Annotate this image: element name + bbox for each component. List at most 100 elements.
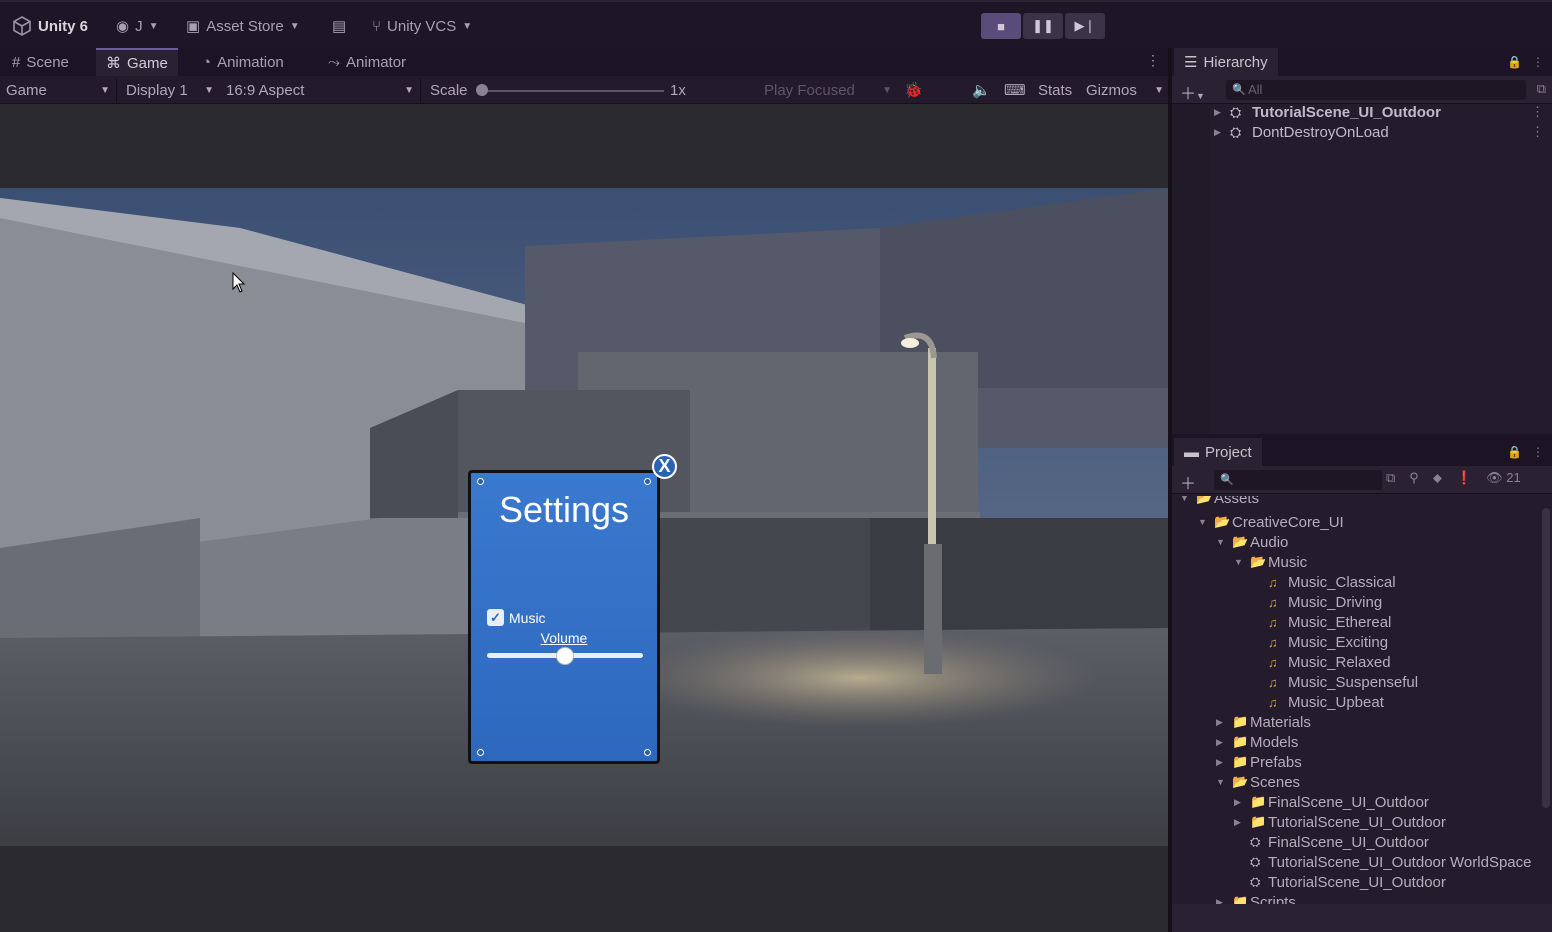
hierarchy-item[interactable]: ▶ ⛭ TutorialScene_UI_Outdoor ⋮ (1172, 102, 1552, 122)
chevron-down-icon: ▼ (1154, 84, 1164, 96)
project-tree-item[interactable]: ♫ Music_Classical (1172, 572, 1536, 592)
asset-store-button[interactable]: ▣ Asset Store ▼ (186, 14, 300, 38)
hidden-packages-icon[interactable]: 👁 21 (1486, 470, 1521, 486)
tab-animation[interactable]: ◔ Animation (192, 48, 294, 76)
volume-slider-handle[interactable] (556, 647, 574, 665)
project-tree-item[interactable]: ▼ 📂 Audio (1172, 532, 1536, 552)
label-icon[interactable]: ⬥ (1433, 470, 1442, 486)
project-tree-item[interactable]: ▼ 📂 Music (1172, 552, 1536, 572)
scale-slider-handle[interactable] (476, 84, 488, 96)
stop-button[interactable]: ■ (981, 13, 1021, 39)
play-focused-dropdown[interactable]: Play Focused ▼ (764, 80, 892, 100)
gizmos-dropdown[interactable]: Gizmos ▼ (1086, 80, 1164, 100)
project-tree-item[interactable]: ♫ Music_Exciting (1172, 632, 1536, 652)
expand-arrow-icon[interactable]: ▶ (1216, 717, 1223, 728)
tab-scene[interactable]: # Scene (2, 48, 79, 76)
project-tree-item[interactable]: ♫ Music_Upbeat (1172, 692, 1536, 712)
project-tree-item[interactable]: ▶ 📁 FinalScene_UI_Outdoor (1172, 792, 1536, 812)
step-icon: ▶❘ (1074, 18, 1096, 33)
folder-open-icon: 📂 (1232, 774, 1249, 789)
folder-icon: 📁 (1232, 714, 1249, 729)
project-tree-item[interactable]: ▼ 📂 CreativeCore_UI (1172, 512, 1536, 532)
audio-clip-icon: ♫ (1268, 614, 1278, 630)
collapse-arrow-icon[interactable]: ▼ (1216, 537, 1225, 547)
expand-arrow-icon[interactable]: ▶ (1214, 127, 1221, 138)
project-tree-item[interactable]: ▶ 📁 Models (1172, 732, 1536, 752)
hierarchy-search-input[interactable]: 🔍 All (1226, 80, 1526, 100)
step-button[interactable]: ▶❘ (1065, 13, 1105, 39)
tab-project[interactable]: ▬ Project (1174, 438, 1262, 466)
more-options-icon[interactable]: ⋮ (1532, 55, 1544, 69)
stats-button[interactable]: Stats (1038, 80, 1072, 100)
project-tree-item-label: TutorialScene_UI_Outdoor (1268, 813, 1446, 831)
project-tree-item[interactable]: ♫ Music_Suspenseful (1172, 672, 1536, 692)
audio-icon[interactable]: 🔈 (972, 80, 991, 100)
volume-label: Volume (540, 630, 588, 646)
expand-arrow-icon[interactable]: ▶ (1234, 817, 1241, 828)
project-tree-item-label: TutorialScene_UI_Outdoor (1268, 873, 1446, 891)
tab-game[interactable]: ⌘ Game (96, 48, 178, 76)
audio-clip-icon: ♫ (1268, 574, 1278, 590)
folder-icon: 📁 (1250, 814, 1267, 829)
project-tree-item[interactable]: ⛭ TutorialScene_UI_Outdoor (1172, 872, 1536, 892)
display-dropdown[interactable]: Display 1 ▼ (126, 80, 214, 100)
more-options-icon[interactable]: ⋮ (1531, 104, 1544, 120)
search-scope-icon[interactable]: ⧉ (1386, 470, 1395, 486)
project-tree-item[interactable]: ♫ Music_Ethereal (1172, 612, 1536, 632)
project-panel: ▬ Project 🔒 ⋮ ＋ 🔍 ⧉ ⚲ ⬥ ❗ 👁 21 ▼ 📂 Assets ▼… (1172, 438, 1552, 932)
hierarchy-item[interactable]: ▶ ⛭ DontDestroyOnLoad ⋮ (1172, 122, 1552, 142)
project-tree-item[interactable]: ⛭ TutorialScene_UI_Outdoor WorldSpace (1172, 852, 1536, 872)
project-tree-item[interactable]: ▶ 📁 TutorialScene_UI_Outdoor (1172, 812, 1536, 832)
project-tree-item[interactable]: ♫ Music_Driving (1172, 592, 1536, 612)
checkbox-checked-icon[interactable]: ✓ (487, 609, 504, 626)
game-view-dropdown[interactable]: Game ▼ (6, 80, 110, 100)
more-options-icon[interactable]: ⋮ (1146, 52, 1160, 69)
plus-icon: ＋ (1180, 86, 1197, 103)
project-tree-item[interactable]: ⛭ FinalScene_UI_Outdoor (1172, 832, 1536, 852)
collapse-arrow-icon[interactable]: ▼ (1198, 517, 1207, 527)
tab-hierarchy[interactable]: ☰ Hierarchy (1174, 48, 1278, 76)
corner-handle (644, 478, 651, 485)
aspect-dropdown[interactable]: 16:9 Aspect ▼ (226, 80, 414, 100)
project-footer (1172, 904, 1552, 932)
expand-arrow-icon[interactable]: ▶ (1216, 737, 1223, 748)
collapse-arrow-icon[interactable]: ▼ (1234, 557, 1243, 567)
close-settings-button[interactable]: X (652, 454, 677, 479)
project-search-input[interactable]: 🔍 (1214, 470, 1382, 490)
unity-logo[interactable]: Unity 6 (12, 14, 88, 38)
filter-type-icon[interactable]: ⚲ (1409, 470, 1419, 486)
expand-arrow-icon[interactable]: ▶ (1214, 107, 1221, 118)
scale-slider-track[interactable] (478, 90, 664, 92)
more-options-icon[interactable]: ⋮ (1532, 445, 1544, 459)
project-tree-item-label: Models (1250, 733, 1299, 751)
account-icon: ◉ (116, 18, 130, 35)
music-toggle[interactable]: ✓ Music (487, 609, 546, 626)
chevron-down-icon: ▼ (289, 20, 300, 32)
chevron-down-icon: ▼ (204, 84, 214, 96)
project-toolbar: ＋ 🔍 ⧉ ⚲ ⬥ ❗ 👁 21 (1172, 466, 1552, 494)
search-options-icon[interactable]: ⧉ (1537, 81, 1546, 97)
collapse-arrow-icon[interactable]: ▼ (1216, 777, 1225, 787)
package-button[interactable]: ▤ (332, 14, 346, 38)
create-button[interactable]: ＋ (1180, 470, 1196, 494)
bug-icon[interactable]: 🐞 (904, 80, 923, 100)
more-options-icon[interactable]: ⋮ (1531, 124, 1544, 140)
tab-animator[interactable]: ⤳ Animator (318, 48, 416, 76)
keyboard-icon[interactable]: ⌨ (1004, 80, 1026, 100)
account-dropdown[interactable]: ◉ J ▼ (116, 14, 159, 38)
project-tree-item[interactable]: ♫ Music_Relaxed (1172, 652, 1536, 672)
project-tree-item[interactable]: ▶ 📁 Materials (1172, 712, 1536, 732)
add-dropdown[interactable]: ＋▼ (1180, 80, 1205, 104)
hidden-count: 21 (1506, 470, 1521, 485)
warning-icon[interactable]: ❗ (1456, 470, 1472, 486)
expand-arrow-icon[interactable]: ▶ (1234, 797, 1241, 808)
collapse-arrow-icon[interactable]: ▼ (1180, 496, 1189, 503)
expand-arrow-icon[interactable]: ▶ (1216, 757, 1223, 768)
project-tree-item[interactable]: ▼ 📂 Scenes (1172, 772, 1536, 792)
lock-icon[interactable]: 🔒 (1507, 55, 1522, 69)
pause-button[interactable]: ❚❚ (1023, 13, 1063, 39)
scrollbar[interactable] (1542, 508, 1550, 808)
lock-icon[interactable]: 🔒 (1507, 445, 1522, 459)
vcs-dropdown[interactable]: ⑂ Unity VCS ▼ (372, 14, 472, 38)
project-tree-item[interactable]: ▶ 📁 Prefabs (1172, 752, 1536, 772)
